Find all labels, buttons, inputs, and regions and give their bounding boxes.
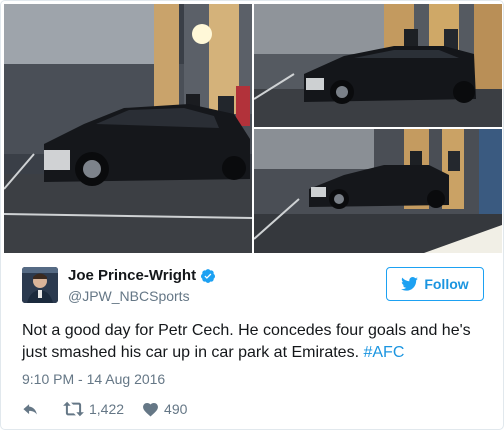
retweet-count: 1,422	[89, 401, 125, 417]
like-count: 490	[164, 401, 188, 417]
retweet-icon	[63, 401, 84, 417]
reply-button[interactable]	[22, 401, 39, 418]
heart-icon	[143, 402, 158, 417]
tweet-timestamp[interactable]: 9:10 PM - 14 Aug 2016	[22, 371, 165, 387]
like-button[interactable]: 490	[142, 401, 187, 417]
reply-icon	[23, 403, 37, 414]
display-name[interactable]: Joe Prince-Wright	[68, 267, 196, 284]
user-handle[interactable]: @JPW_NBCSports	[68, 288, 216, 304]
tweet-actions: 1,422 490	[22, 399, 187, 419]
car-photo-bottom-right[interactable]	[254, 129, 502, 253]
tweet-header: Joe Prince-Wright @JPW_NBCSports Follow	[22, 265, 484, 307]
car-photo-top-right[interactable]	[254, 4, 502, 127]
verified-badge-icon	[200, 268, 216, 284]
follow-label: Follow	[424, 276, 469, 292]
media-grid	[4, 4, 502, 253]
car-photo-main[interactable]	[4, 4, 252, 253]
avatar[interactable]	[22, 267, 58, 303]
twitter-bird-icon	[401, 277, 419, 291]
retweet-button[interactable]: 1,422	[63, 401, 124, 417]
follow-button[interactable]: Follow	[386, 267, 484, 301]
hashtag-link[interactable]: #AFC	[363, 344, 404, 361]
tweet-text: Not a good day for Petr Cech. He concede…	[22, 320, 492, 364]
user-names: Joe Prince-Wright @JPW_NBCSports	[68, 267, 216, 304]
tweet-card: Joe Prince-Wright @JPW_NBCSports Follow …	[0, 0, 504, 430]
